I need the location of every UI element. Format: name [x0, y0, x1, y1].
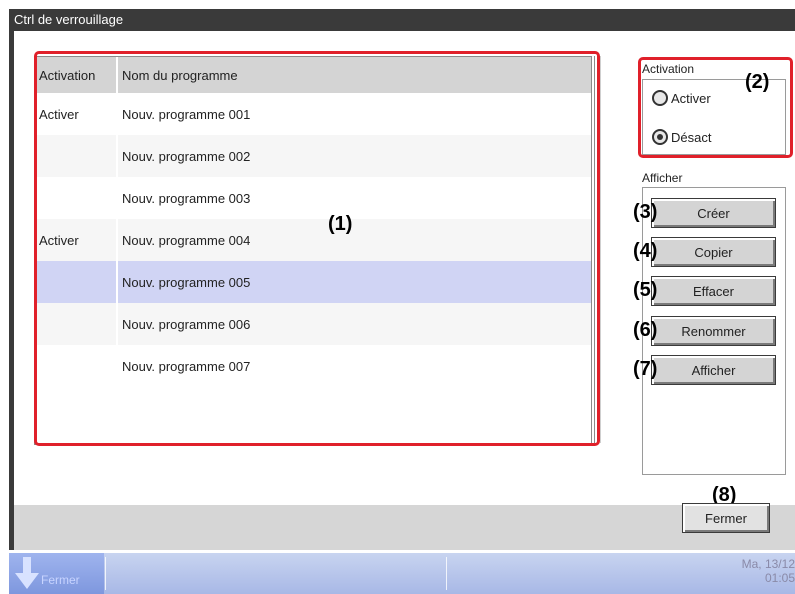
callout-label: (4)	[633, 240, 658, 262]
footer-bar	[14, 505, 795, 550]
scrollbar-track	[600, 56, 601, 443]
taskbar-divider	[446, 557, 447, 590]
callout-label: (3)	[633, 201, 658, 223]
callout-label: (2)	[745, 71, 770, 93]
callout-label: (1)	[328, 213, 353, 235]
taskbar: Fermer Ma, 13/12 01:05	[9, 553, 795, 594]
callout-box-table	[34, 51, 600, 446]
callout-label: (5)	[633, 279, 658, 301]
down-arrow-icon	[15, 557, 39, 589]
rename-button[interactable]: Renommer	[651, 316, 776, 346]
display-group-label: Afficher	[642, 171, 683, 185]
main-content: Activation Nom du programme Activer Nouv…	[14, 31, 795, 505]
taskbar-divider	[105, 557, 106, 590]
window-title: Ctrl de verrouillage	[9, 9, 795, 31]
clock-date: Ma, 13/12	[741, 557, 795, 571]
delete-button[interactable]: Effacer	[651, 276, 776, 306]
callout-label: (7)	[633, 358, 658, 380]
lock-control-window: Ctrl de verrouillage Activation Nom du p…	[9, 9, 795, 550]
taskbar-close-label: Fermer	[41, 573, 80, 587]
taskbar-clock: Ma, 13/12 01:05	[742, 557, 795, 585]
clock-time: 01:05	[764, 571, 795, 585]
callout-box-activation	[638, 57, 793, 158]
close-button[interactable]: Fermer	[682, 503, 770, 533]
create-button[interactable]: Créer	[651, 198, 776, 228]
copy-button[interactable]: Copier	[651, 237, 776, 267]
callout-label: (6)	[633, 319, 658, 341]
display-button[interactable]: Afficher	[651, 355, 776, 385]
taskbar-close-button[interactable]: Fermer	[9, 553, 104, 594]
